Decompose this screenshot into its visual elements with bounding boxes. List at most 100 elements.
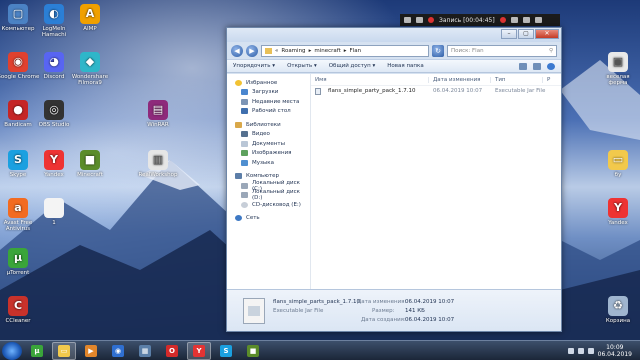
drive-icon <box>241 192 248 199</box>
taskbar-utorrent-button[interactable]: µ <box>25 342 49 360</box>
taskbar-skype-button[interactable]: S <box>214 342 238 360</box>
minecraft-icon: ■ <box>247 344 259 357</box>
drive-icon <box>241 182 248 189</box>
bandicam-icon: ● <box>8 100 28 120</box>
desktop-shortcut[interactable]: ▭ бу <box>596 150 640 178</box>
details-size-label: Размер: <box>372 308 395 314</box>
jar-file-large-icon <box>243 298 265 324</box>
desktop-shortcut[interactable]: C CCleaner <box>0 296 40 324</box>
share-button[interactable]: Общий доступ ▾ <box>329 63 376 69</box>
breadcrumb-minecraft[interactable]: minecraft <box>314 48 340 54</box>
window-titlebar[interactable]: – ▢ ✕ <box>227 28 561 42</box>
desktop-shortcut[interactable]: ♻ Корзина <box>596 296 640 324</box>
details-created-label: Дата создания: <box>361 317 406 323</box>
nav-label: Избранное <box>246 79 278 86</box>
nav-item-desktop[interactable]: Рабочий стол <box>227 107 310 117</box>
search-input[interactable]: Поиск: Flan ⚲ <box>447 44 557 57</box>
desktop-shortcut[interactable]: ■ Minecraft <box>68 150 112 178</box>
taskbar-explorer-button[interactable]: ▭ <box>52 341 76 360</box>
taskbar-yandex-browser-button[interactable]: Y <box>187 341 211 360</box>
nav-item-video[interactable]: Видео <box>227 130 310 140</box>
library-icon <box>235 121 242 128</box>
nav-libraries-header[interactable]: Библиотеки <box>227 120 310 130</box>
music-icon <box>241 159 248 166</box>
nav-item-music[interactable]: Музыка <box>227 158 310 168</box>
file-row[interactable]: flans_simple_party_pack_1.7.10 06.04.201… <box>311 86 561 96</box>
taskbar-minecraft-button[interactable]: ■ <box>241 342 265 360</box>
desktop-shortcut[interactable]: ◎ OBS Studio <box>32 100 76 128</box>
clock[interactable]: 10:09 06.04.2019 <box>598 344 632 358</box>
volume-icon[interactable] <box>587 347 594 354</box>
view-icon[interactable] <box>519 62 527 70</box>
stop-icon[interactable] <box>499 17 506 23</box>
taskbar-opera-button[interactable]: O <box>160 342 184 360</box>
nav-label: CD-дисковод (E:) <box>252 201 301 208</box>
breadcrumb-flan[interactable]: Flan <box>350 48 362 54</box>
fullscreen-icon[interactable] <box>534 17 542 23</box>
record-icon[interactable] <box>428 17 434 23</box>
command-bar: Упорядочить ▾ Открыть ▾ Общий доступ ▾ Н… <box>227 59 561 73</box>
open-button[interactable]: Открыть ▾ <box>287 63 317 69</box>
pause-icon[interactable] <box>510 17 518 23</box>
help-icon[interactable] <box>547 62 555 70</box>
nav-item-documents[interactable]: Документы <box>227 139 310 149</box>
file-icon <box>44 198 64 218</box>
nav-item-drive-d[interactable]: Локальный диск (D:) <box>227 189 310 201</box>
maximize-button[interactable]: ▢ <box>518 29 534 39</box>
column-type[interactable]: Тип <box>491 76 543 83</box>
refresh-button[interactable]: ↻ <box>432 44 444 57</box>
column-modified[interactable]: Дата изменения <box>429 76 491 83</box>
system-tray: 10:09 06.04.2019 <box>567 344 640 358</box>
column-size[interactable]: Р <box>543 77 561 83</box>
desktop-shortcut[interactable]: ▤ WinRAR <box>136 100 180 128</box>
taskbar-media-player-button[interactable]: ▶ <box>79 342 103 360</box>
minimize-button[interactable]: – <box>501 29 517 39</box>
desktop-shortcut-label: AIMP <box>83 26 97 32</box>
screenshot-icon[interactable] <box>522 17 530 23</box>
nav-item-recent[interactable]: Недавние места <box>227 97 310 107</box>
nav-item-pictures[interactable]: Изображения <box>227 149 310 159</box>
recording-toolbar: Запись [00:04:45] <box>400 14 560 26</box>
nav-favorites-header[interactable]: Избранное <box>227 78 310 88</box>
camera-icon[interactable] <box>404 17 411 23</box>
desktop-shortcut[interactable]: ▣ веселая ферма <box>596 52 640 86</box>
organize-button[interactable]: Упорядочить ▾ <box>233 63 275 69</box>
desktop-shortcut[interactable]: ◆ Wondershare Filmora9 <box>68 52 112 86</box>
nav-label: Компьютер <box>246 173 279 180</box>
breadcrumb-roaming[interactable]: Roaming <box>281 48 305 54</box>
taskbar-windows-media-player-button[interactable]: ◉ <box>106 342 130 360</box>
file-type: Executable Jar File <box>495 88 546 94</box>
desktop-shortcut-label: CCleaner <box>5 318 31 324</box>
windows-media-player-icon: ◉ <box>112 344 124 357</box>
close-button[interactable]: ✕ <box>535 29 559 39</box>
taskbar-task-manager-button[interactable]: ▦ <box>133 342 157 360</box>
start-button[interactable] <box>2 341 22 360</box>
desktop-shortcut-label: OBS Studio <box>38 122 70 128</box>
column-name[interactable]: Имя <box>311 76 429 83</box>
task-manager-icon: ▦ <box>139 344 151 357</box>
desktop-shortcut[interactable]: A AIMP <box>68 4 112 32</box>
explorer-icon: ▭ <box>58 344 70 357</box>
window-icon[interactable] <box>416 17 423 23</box>
column-header-row: Имя Дата изменения Тип Р <box>311 74 561 86</box>
desktop-shortcut[interactable]: 1 <box>32 198 76 226</box>
network-icon[interactable] <box>577 347 584 354</box>
desktop-shortcut[interactable]: µ µTorrent <box>0 248 40 276</box>
forward-button[interactable]: ▶ <box>246 44 258 57</box>
desktop-shortcut[interactable]: Y Yandex <box>596 198 640 226</box>
nav-item-downloads[interactable]: Загрузки <box>227 88 310 98</box>
back-button[interactable]: ◀ <box>231 44 243 57</box>
details-pane: flans_simple_parts_pack_1.7.10 Executabl… <box>227 289 561 331</box>
preview-pane-icon[interactable] <box>533 62 541 70</box>
navigation-pane: Избранное Загрузки Недавние места Рабочи… <box>227 74 311 289</box>
breadcrumb-separator: « <box>275 47 279 54</box>
address-bar[interactable]: « Roaming ▸ minecraft ▸ Flan <box>261 44 429 57</box>
recent-places-icon <box>241 98 248 105</box>
new-folder-button[interactable]: Новая папка <box>387 63 423 69</box>
nav-network-header[interactable]: Сеть <box>227 214 310 224</box>
tray-arrow-icon[interactable] <box>567 347 574 354</box>
network-icon <box>235 215 242 222</box>
desktop-shortcut[interactable]: ▥ RealWorkshop <box>136 150 180 178</box>
recycle-bin-icon: ♻ <box>608 296 628 316</box>
nav-item-drive-e[interactable]: CD-дисковод (E:) <box>227 200 310 210</box>
